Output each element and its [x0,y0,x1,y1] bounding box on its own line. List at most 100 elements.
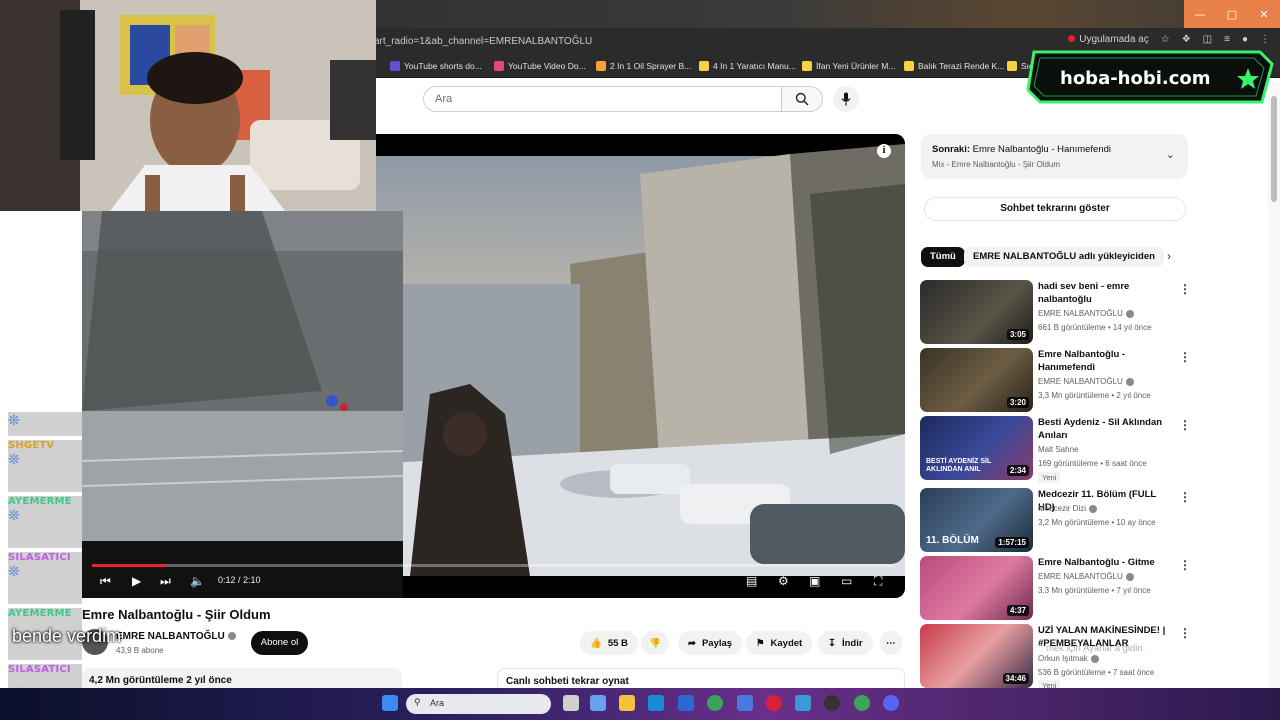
more-vertical-icon[interactable]: ⋮ [1179,418,1191,432]
open-in-app-button[interactable]: Uygulamada aç [1068,34,1149,45]
bookmark-star-icon[interactable]: ☆ [1161,34,1170,45]
windows-start-icon[interactable] [382,695,398,711]
video-thumbnail[interactable]: 3:05 [920,280,1033,344]
video-thumbnail[interactable]: 11. BÖLÜM 1:57:15 [920,488,1033,552]
chevron-down-icon[interactable]: ⌄ [1166,148,1175,161]
channel-name[interactable]: EMRE NALBANTOĞLU [116,631,236,642]
video-thumbnail[interactable]: 3:20 [920,348,1033,412]
recommendation-item[interactable]: 34:46 UZİ YALAN MAKİNESİNDE! | #PEMBEYAL… [920,624,1191,691]
page-scrollbar[interactable] [1268,82,1280,688]
extensions-icon[interactable]: ❖ [1182,34,1191,45]
task-view-icon[interactable] [563,695,579,711]
recommendation-item[interactable]: 4:37 Emre Nalbantoğlu - Gitme EMRE NALBA… [920,556,1191,620]
more-vertical-icon[interactable]: ⋮ [1179,626,1191,640]
reading-list-icon[interactable]: ◫ [1203,34,1212,45]
copilot-icon[interactable] [590,695,606,711]
chat-message: SHGETV ❊ [8,440,82,492]
outlook-icon[interactable] [678,695,694,711]
recommendation-item[interactable]: 3:20 Emre Nalbantoğlu - Hanımefendi EMRE… [920,348,1191,412]
info-icon[interactable]: i [877,144,891,158]
share-button[interactable]: ➦ Paylaş [678,631,743,655]
verified-badge-icon [227,632,236,641]
media-player-icon[interactable] [766,695,782,711]
play-icon[interactable]: ▶ [132,574,141,588]
bookmark-item[interactable]: YouTube shorts do... [390,61,482,71]
more-actions-button[interactable]: ⋯ [880,631,902,655]
logo-text: hoba-hobi.com [1060,68,1211,89]
save-button[interactable]: ⚑ Kaydet [746,631,813,655]
show-chat-replay-button[interactable]: Sohbet tekrarını göster [924,197,1186,221]
duration-badge: 3:20 [1006,397,1029,408]
store-icon[interactable] [737,695,753,711]
like-button[interactable]: 👍 55 B [580,631,638,655]
video-thumbnail[interactable]: 34:46 [920,624,1033,688]
edge-icon[interactable] [648,695,664,711]
scrollbar-thumb[interactable] [1271,96,1277,202]
bookmark-item[interactable]: Balık Terazi Rende K... [904,61,1004,71]
recommendation-title[interactable]: Emre Nalbantoğlu - Gitme [1038,556,1168,569]
video-player[interactable]: i [370,134,905,598]
settings-gear-icon[interactable]: ⚙ [778,574,789,588]
bookmark-favicon-icon [596,61,606,71]
download-button[interactable]: ↧ İndir [818,631,873,655]
chat-username: SILASATICI [8,552,71,563]
chevron-right-icon[interactable]: › [1167,249,1171,263]
thumbs-down-icon: 👎 [649,637,661,649]
bookmark-favicon-icon [802,61,812,71]
photos-icon[interactable] [795,695,811,711]
url-text[interactable]: art_radio=1&ab_channel=EMRENALBANTOĞLU [374,36,592,47]
discord-icon[interactable] [883,695,899,711]
recommendation-item[interactable]: 3:05 hadi sev beni - emre nalbantoğlu EM… [920,280,1191,344]
progress-bar[interactable] [92,564,895,567]
chip-from-uploader[interactable]: EMRE NALBANTOĞLU adlı yükleyiciden [964,247,1164,267]
profile-icon[interactable]: ● [1242,34,1248,45]
emote-icon: ❊ [8,507,20,523]
fullscreen-icon[interactable]: ⛶ [874,574,882,588]
bookmark-item[interactable]: YouTube Video Do... [494,61,586,71]
search-input[interactable]: Ara [423,86,783,112]
subscribe-button[interactable]: Abone ol [251,631,308,655]
minimize-icon[interactable]: — [1184,0,1216,28]
video-thumbnail[interactable]: 4:37 [920,556,1033,620]
theater-mode-icon[interactable]: ▭ [841,574,852,588]
search-button[interactable] [781,86,823,112]
recommendation-item[interactable]: 11. BÖLÜM 1:57:15 Medcezir 11. Bölüm (FU… [920,488,1191,552]
recommendation-meta: 3,3 Mn görüntüleme • 2 yıl önce [1038,391,1151,400]
recommendation-title[interactable]: Besti Aydeniz - Sil Aklından Anıları [1038,416,1168,442]
file-explorer-icon[interactable] [619,695,635,711]
menu-icon[interactable]: ⋮ [1260,34,1270,45]
dislike-button[interactable]: 👎 [641,631,669,655]
recommendation-channel: EMRE NALBANTOĞLU [1038,572,1134,581]
chip-all[interactable]: Tümü [921,247,965,267]
recommendation-title[interactable]: Emre Nalbantoğlu - Hanımefendi [1038,348,1168,374]
chrome-icon[interactable] [707,695,723,711]
recommendation-title[interactable]: hadi sev beni - emre nalbantoğlu [1038,280,1168,306]
maximize-icon[interactable]: □ [1216,0,1248,28]
bookmark-item[interactable]: 4 In 1 Yaratıcı Manu... [699,61,796,71]
media-icon[interactable]: ≡ [1224,34,1230,45]
taskbar-search[interactable]: ⚲ Ara [406,694,551,714]
chrome-profile-icon[interactable] [854,695,870,711]
bookmark-item[interactable]: İfan Yeni Ürünler M... [802,61,895,71]
obs-icon[interactable] [824,695,840,711]
duration-badge: 4:37 [1006,605,1029,616]
recommendation-item[interactable]: BESTİ AYDENİZ SİL AKLINDAN ANIL 2:34 Bes… [920,416,1191,483]
volume-icon[interactable]: 🔈 [190,574,205,588]
miniplayer-icon[interactable]: ▣ [809,574,820,588]
voice-search-button[interactable] [833,86,859,112]
more-vertical-icon[interactable]: ⋮ [1179,558,1191,572]
share-label: Paylaş [701,637,733,649]
chat-message: ❊ [8,412,82,436]
close-icon[interactable]: ✕ [1248,0,1280,28]
bookmark-item[interactable]: 2 In 1 Oil Sprayer B... [596,61,691,71]
video-thumbnail[interactable]: BESTİ AYDENİZ SİL AKLINDAN ANIL 2:34 [920,416,1033,480]
verified-badge-icon [1125,572,1134,581]
previous-icon[interactable]: ⏮ [100,574,111,588]
more-vertical-icon[interactable]: ⋮ [1179,350,1191,364]
more-vertical-icon[interactable]: ⋮ [1179,490,1191,504]
more-vertical-icon[interactable]: ⋮ [1179,282,1191,296]
new-badge: Yeni [1038,472,1061,483]
subtitles-icon[interactable]: ▤ [746,574,757,588]
up-next-card[interactable]: Sonraki: Emre Nalbantoğlu - Hanımefendi … [921,134,1188,179]
next-icon[interactable]: ⏭ [160,574,171,588]
